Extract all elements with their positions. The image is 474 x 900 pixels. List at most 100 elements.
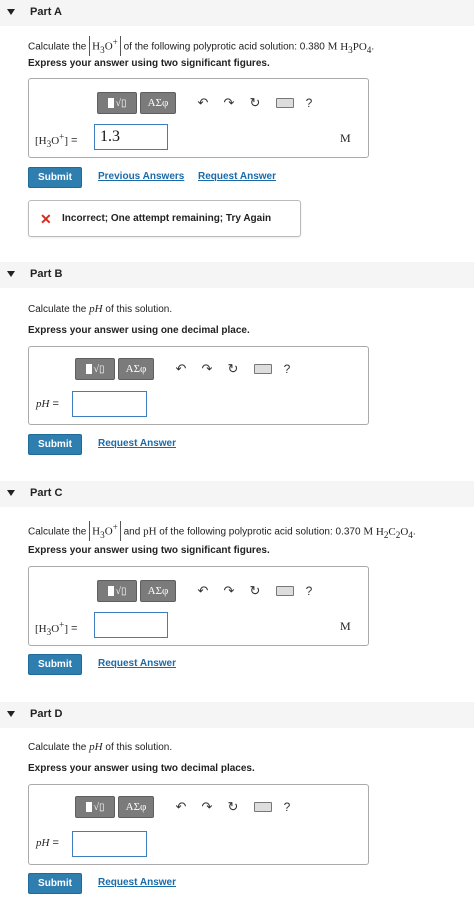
undo-icon[interactable]: ↶ (190, 581, 216, 601)
redo-icon[interactable]: ↷ (216, 581, 242, 601)
keyboard-icon[interactable] (246, 359, 280, 379)
templates-button[interactable]: √▯ (75, 358, 115, 380)
part-b-instruction: Express your answer using one decimal pl… (28, 325, 250, 336)
math-toolbar: √▯ ΑΣφ ↶ ↷ ↻ ? (75, 358, 294, 380)
templates-button[interactable]: √▯ (97, 580, 137, 602)
prompt-text: Calculate the (28, 41, 87, 53)
incorrect-x-icon: ✕ (40, 211, 52, 227)
templates-button[interactable]: √▯ (75, 796, 115, 818)
symbols-button[interactable]: ΑΣφ (118, 796, 154, 818)
collapse-caret-icon[interactable] (7, 9, 15, 15)
part-a-submit-button[interactable]: Submit (28, 167, 82, 188)
reset-icon[interactable]: ↻ (220, 359, 246, 379)
math-toolbar: √▯ ΑΣφ ↶ ↷ ↻ ? (97, 92, 316, 114)
acid-formula: H2C2O4 (375, 525, 413, 540)
prompt-text: of the following polyprotic acid solutio… (123, 41, 325, 53)
part-a-input-label: [H3O+] = (35, 131, 78, 149)
part-d-answer-box: √▯ ΑΣφ ↶ ↷ ↻ ? pH = (28, 784, 369, 865)
help-button[interactable]: ? (280, 359, 294, 379)
prompt-text: Calculate the (28, 742, 87, 753)
prompt-text: Calculate the (28, 526, 87, 538)
part-d-submit-button[interactable]: Submit (28, 873, 82, 894)
keyboard-icon[interactable] (268, 93, 302, 113)
acid-formula: H3PO4 (340, 40, 372, 55)
templates-button[interactable]: √▯ (97, 92, 137, 114)
templates-icon (85, 364, 92, 374)
feedback-box: ✕ Incorrect; One attempt remaining; Try … (28, 200, 301, 237)
redo-icon[interactable]: ↷ (194, 359, 220, 379)
part-a-header[interactable]: Part A (0, 0, 474, 26)
previous-answers-link[interactable]: Previous Answers (98, 171, 184, 182)
part-d-instruction: Express your answer using two decimal pl… (28, 763, 255, 774)
collapse-caret-icon[interactable] (7, 711, 15, 717)
symbols-button[interactable]: ΑΣφ (140, 92, 176, 114)
undo-icon[interactable]: ↶ (168, 797, 194, 817)
templates-icon (107, 586, 114, 596)
concentration-unit: M (363, 525, 374, 538)
ph-text: pH (143, 525, 157, 538)
part-c-instruction: Express your answer using two significan… (28, 545, 270, 556)
part-d-answer-input[interactable] (72, 831, 147, 857)
part-c-submit-button[interactable]: Submit (28, 654, 82, 675)
prompt-text: . (412, 526, 416, 538)
concentration-unit: M (327, 40, 338, 53)
prompt-text: Calculate the (28, 304, 87, 315)
undo-icon[interactable]: ↶ (190, 93, 216, 113)
part-b-title: Part B (30, 268, 63, 280)
prompt-text: of this solution. (105, 742, 173, 753)
prompt-text: of this solution. (105, 304, 173, 315)
help-button[interactable]: ? (280, 797, 294, 817)
help-button[interactable]: ? (302, 93, 316, 113)
redo-icon[interactable]: ↷ (216, 93, 242, 113)
feedback-message: Incorrect; One attempt remaining; Try Ag… (62, 213, 272, 224)
math-toolbar: √▯ ΑΣφ ↶ ↷ ↻ ? (75, 796, 294, 818)
prompt-text: of the following polyprotic acid solutio… (159, 526, 361, 538)
part-c-title: Part C (30, 487, 63, 499)
h3o-species: H3O+ (89, 521, 121, 541)
symbols-button[interactable]: ΑΣφ (140, 580, 176, 602)
part-a-unit: M (340, 131, 351, 145)
ph-variable: pH (89, 741, 103, 753)
part-b-submit-button[interactable]: Submit (28, 434, 82, 455)
ph-variable: pH (89, 303, 103, 315)
help-button[interactable]: ? (302, 581, 316, 601)
part-d-request-answer-link[interactable]: Request Answer (98, 877, 176, 888)
h3o-species: H3O+ (89, 36, 121, 56)
part-b-request-answer-link[interactable]: Request Answer (98, 438, 176, 449)
prompt-text: . (371, 41, 375, 53)
part-c-answer-box: √▯ ΑΣφ ↶ ↷ ↻ ? [H3O+] = M (28, 566, 369, 646)
undo-icon[interactable]: ↶ (168, 359, 194, 379)
part-d-header[interactable]: Part D (0, 702, 474, 728)
part-d-title: Part D (30, 708, 63, 720)
part-b-input-label: pH = (36, 398, 59, 410)
collapse-caret-icon[interactable] (7, 490, 15, 496)
symbols-button[interactable]: ΑΣφ (118, 358, 154, 380)
reset-icon[interactable]: ↻ (242, 93, 268, 113)
part-b-answer-input[interactable] (72, 391, 147, 417)
keyboard-icon[interactable] (246, 797, 280, 817)
templates-icon (85, 802, 92, 812)
part-c-header[interactable]: Part C (0, 481, 474, 507)
part-a-instruction: Express your answer using two significan… (28, 58, 270, 69)
part-b-header[interactable]: Part B (0, 262, 474, 288)
reset-icon[interactable]: ↻ (242, 581, 268, 601)
templates-icon (107, 98, 114, 108)
part-a-request-answer-link[interactable]: Request Answer (198, 171, 276, 182)
part-a-answer-box: √▯ ΑΣφ ↶ ↷ ↻ ? [H3O+] = 1.3 M (28, 78, 369, 158)
part-a-answer-input[interactable]: 1.3 (94, 124, 168, 150)
redo-icon[interactable]: ↷ (194, 797, 220, 817)
part-c-input-label: [H3O+] = (35, 619, 78, 637)
reset-icon[interactable]: ↻ (220, 797, 246, 817)
part-d-input-label: pH = (36, 837, 59, 849)
part-a-title: Part A (30, 6, 62, 18)
part-c-prompt: Calculate the H3O+ and pH of the followi… (28, 521, 416, 541)
part-c-request-answer-link[interactable]: Request Answer (98, 658, 176, 669)
prompt-text: and (123, 526, 141, 538)
part-c-answer-input[interactable] (94, 612, 168, 638)
part-a-prompt: Calculate the H3O+ of the following poly… (28, 36, 374, 56)
part-d-prompt: Calculate the pH of this solution. (28, 741, 172, 753)
collapse-caret-icon[interactable] (7, 271, 15, 277)
part-b-answer-box: √▯ ΑΣφ ↶ ↷ ↻ ? pH = (28, 346, 369, 425)
keyboard-icon[interactable] (268, 581, 302, 601)
part-c-unit: M (340, 619, 351, 633)
